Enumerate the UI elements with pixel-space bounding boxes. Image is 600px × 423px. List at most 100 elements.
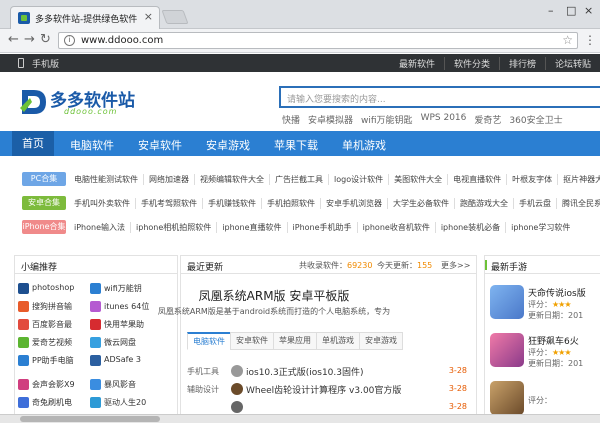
nav-android-software[interactable]: 安卓软件 — [138, 137, 182, 153]
nav-home[interactable]: 首页 — [12, 131, 54, 156]
category-link[interactable]: iPhone手机助手 — [286, 222, 357, 233]
total-count: 69230 — [347, 261, 373, 270]
category-link[interactable]: iPhone输入法 — [74, 222, 130, 233]
nav-pc-games[interactable]: 单机游戏 — [342, 137, 386, 153]
category-tag[interactable]: 安卓合集 — [22, 196, 66, 210]
category-link[interactable]: 手机云盘 — [513, 198, 556, 209]
app-name: ADSafe 3 — [104, 355, 141, 364]
hotword[interactable]: wifi万能钥匙 — [361, 113, 413, 126]
row-date: 3-28 — [448, 384, 467, 393]
category-tag[interactable]: PC合集 — [22, 172, 66, 186]
mobile-version-link[interactable]: 手机版 — [32, 57, 59, 70]
app-name: 快用苹果助 — [104, 320, 144, 329]
category-link[interactable]: 抠片神器大全 — [557, 174, 600, 185]
feature-title[interactable]: 凤凰系统ARM版 安卓平板版 — [124, 287, 424, 304]
list-item[interactable]: 狂野飙车6火 评分：★★★ 更新日期：201 — [490, 333, 600, 373]
table-row[interactable]: 3-28 — [187, 401, 467, 415]
rating-stars: ★★★ — [552, 300, 571, 309]
list-item[interactable]: 评分： — [490, 381, 600, 414]
scrollbar-thumb[interactable] — [20, 416, 160, 422]
close-window-icon[interactable]: × — [584, 4, 593, 17]
bookmark-star-icon[interactable]: ☆ — [562, 33, 573, 47]
category-link[interactable]: iphone装机必备 — [434, 222, 505, 233]
weiyun-icon — [90, 337, 101, 348]
category-link[interactable]: 电视直播软件 — [447, 174, 506, 185]
new-tab-button[interactable] — [161, 10, 189, 24]
ios-icon — [231, 365, 243, 377]
panel-header: 最新手游 — [485, 256, 600, 274]
app-name: PP助手电脑 — [32, 356, 74, 365]
category-link[interactable]: 手机拍照软件 — [261, 198, 320, 209]
close-tab-icon[interactable]: × — [144, 10, 153, 23]
category-link[interactable]: 网络加速器 — [143, 174, 194, 185]
forward-icon[interactable]: → — [24, 32, 35, 48]
game-name: 狂野飙车6火 — [528, 337, 579, 347]
rating-stars: ★★★ — [552, 348, 571, 357]
more-link[interactable]: 更多>> — [441, 260, 470, 271]
hotword[interactable]: 快播 — [282, 113, 300, 126]
category-link[interactable]: 电脑性能测试软件 — [74, 174, 143, 185]
hotword[interactable]: WPS 2016 — [421, 113, 467, 126]
category-link[interactable]: iphone直播软件 — [216, 222, 286, 233]
browser-tab[interactable]: 多多软件站-提供绿色软件 × — [10, 6, 160, 29]
category-link[interactable]: 美图软件大全 — [388, 174, 447, 185]
game-thumbnail — [490, 285, 524, 319]
browser-titlebar: 多多软件站-提供绿色软件 × – □ × — [0, 0, 600, 29]
category-link[interactable]: 跑酷游戏大全 — [454, 198, 513, 209]
top-link-latest[interactable]: 最新软件 — [390, 57, 444, 70]
qitu-icon — [18, 397, 29, 408]
hotword[interactable]: 360安全卫士 — [509, 113, 562, 126]
row-category: 手机工具 — [187, 367, 219, 376]
back-icon[interactable]: ← — [8, 32, 19, 48]
nav-pc-software[interactable]: 电脑软件 — [70, 137, 114, 153]
browser-menu-icon[interactable]: ⋮ — [584, 33, 596, 47]
category-link[interactable]: iphone收音机软件 — [356, 222, 435, 233]
tab-pc-software[interactable]: 电脑软件 — [187, 332, 230, 350]
category-link[interactable]: 广告拦截工具 — [269, 174, 328, 185]
app-name: 爱奇艺视频 — [32, 338, 72, 347]
category-link[interactable]: iphone学习软件 — [505, 222, 575, 233]
category-row-pc: PC合集 电脑性能测试软件 网络加速器 视频编辑软件大全 广告拦截工具 logo… — [18, 172, 600, 186]
search-input[interactable]: 请输入您要搜索的内容... — [279, 86, 600, 108]
category-link[interactable]: iphone相机拍照软件 — [130, 222, 216, 233]
top-link-categories[interactable]: 软件分类 — [443, 57, 499, 70]
minimize-icon[interactable]: – — [548, 4, 554, 17]
category-link[interactable]: 手机赚钱软件 — [202, 198, 261, 209]
rating-label: 评分： — [528, 300, 552, 309]
category-link[interactable]: 叶根友字体 — [506, 174, 557, 185]
category-link[interactable]: 腾讯全民系列游戏 — [556, 198, 600, 209]
category-link[interactable]: 手机叫外卖软件 — [74, 198, 135, 209]
nav-android-games[interactable]: 安卓游戏 — [206, 137, 250, 153]
category-link[interactable]: 视频编辑软件大全 — [194, 174, 269, 185]
info-icon[interactable]: i — [64, 35, 75, 46]
tab-pc-games[interactable]: 单机游戏 — [316, 332, 359, 350]
update-date: 201 — [568, 359, 584, 368]
category-link[interactable]: logo设计软件 — [328, 174, 388, 185]
table-row[interactable]: 手机工具 ios10.3正式版(ios10.3固件) 3-28 — [187, 365, 467, 379]
table-row[interactable]: 辅助设计 Wheel齿轮设计计算程序 v3.00官方版 3-28 — [187, 383, 467, 397]
tab-apple-apps[interactable]: 苹果应用 — [273, 332, 316, 350]
horizontal-scrollbar[interactable] — [0, 414, 600, 423]
category-link[interactable]: 手机考驾照软件 — [135, 198, 202, 209]
category-tag[interactable]: iPhone合集 — [22, 220, 66, 234]
category-link[interactable]: 安卓手机浏览器 — [320, 198, 387, 209]
maximize-icon[interactable]: □ — [566, 4, 576, 17]
reload-icon[interactable]: ↻ — [40, 32, 51, 48]
tab-android-games[interactable]: 安卓游戏 — [359, 332, 403, 350]
game-thumbnail — [490, 381, 524, 414]
tab-android-software[interactable]: 安卓软件 — [230, 332, 273, 350]
address-bar[interactable]: i www.ddooo.com ☆ — [58, 32, 578, 49]
top-link-forum[interactable]: 论坛转贴 — [544, 57, 600, 70]
top-link-ranking[interactable]: 排行榜 — [498, 57, 545, 70]
section-marker — [485, 260, 487, 270]
newgames-title: 最新手游 — [491, 263, 528, 273]
site-logo[interactable]: 多多软件站 ddooo.com — [18, 84, 168, 124]
hotword[interactable]: 爱奇艺 — [474, 113, 501, 126]
game-rating: 评分：★★★ — [528, 299, 571, 310]
list-item[interactable]: 天命传说ios版 评分：★★★ 更新日期：201 — [490, 285, 600, 325]
nav-apple-download[interactable]: 苹果下载 — [274, 137, 318, 153]
hotword[interactable]: 安卓模拟器 — [308, 113, 353, 126]
sogou-icon — [18, 301, 29, 312]
app-name: 奇兔刷机电 — [32, 398, 72, 407]
category-link[interactable]: 大学生必备软件 — [387, 198, 454, 209]
